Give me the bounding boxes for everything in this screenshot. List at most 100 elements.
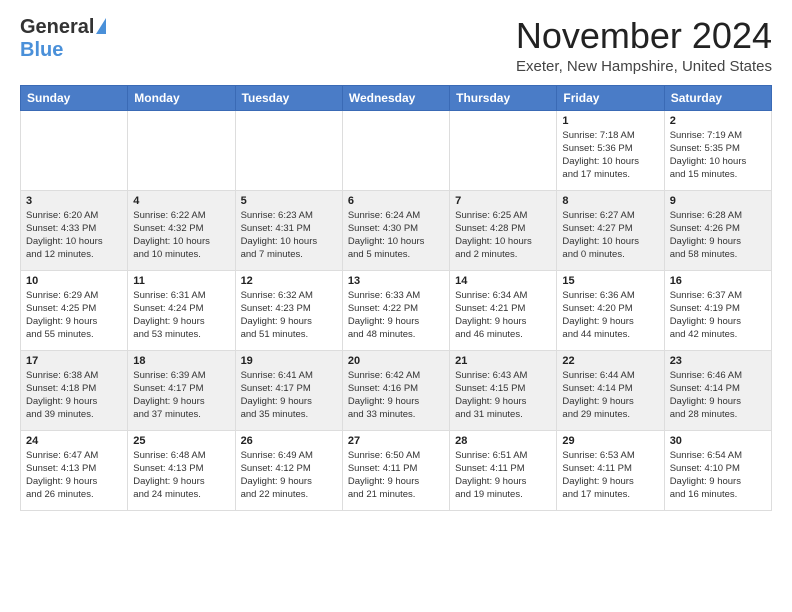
day-number: 2 — [670, 115, 766, 127]
day-info: Sunrise: 6:22 AM Sunset: 4:32 PM Dayligh… — [133, 209, 229, 262]
calendar-week-3: 10Sunrise: 6:29 AM Sunset: 4:25 PM Dayli… — [21, 270, 772, 350]
day-info: Sunrise: 6:49 AM Sunset: 4:12 PM Dayligh… — [241, 449, 337, 502]
day-number: 30 — [670, 435, 766, 447]
col-friday: Friday — [557, 85, 664, 110]
day-info: Sunrise: 6:25 AM Sunset: 4:28 PM Dayligh… — [455, 209, 551, 262]
calendar-cell: 29 Sunrise: 6:53 AM Sunset: 4:11 PM Dayli… — [557, 430, 664, 510]
day-info: Sunrise: 6:32 AM Sunset: 4:23 PM Dayligh… — [241, 289, 337, 342]
header: General Blue November 2024 Exeter, New H… — [20, 16, 772, 75]
calendar-cell: 14 Sunrise: 6:34 AM Sunset: 4:21 PM Dayli… — [450, 270, 557, 350]
col-saturday: Saturday — [664, 85, 771, 110]
calendar-cell: 21 Sunrise: 6:43 AM Sunset: 4:15 PM Dayli… — [450, 350, 557, 430]
day-info: Sunrise: 6:36 AM Sunset: 4:20 PM Dayligh… — [562, 289, 658, 342]
day-info: Sunrise: 6:37 AM Sunset: 4:19 PM Dayligh… — [670, 289, 766, 342]
logo: General Blue — [20, 16, 106, 62]
calendar-cell: 20 Sunrise: 6:42 AM Sunset: 4:16 PM Dayli… — [342, 350, 449, 430]
calendar-cell: 4 Sunrise: 6:22 AM Sunset: 4:32 PM Daylig… — [128, 190, 235, 270]
day-number: 17 — [26, 355, 122, 367]
main-title: November 2024 — [516, 16, 772, 56]
calendar-cell: 8Sunrise: 6:27 AM Sunset: 4:27 PM Daylig… — [557, 190, 664, 270]
day-number: 18 — [133, 355, 229, 367]
calendar-cell: 3Sunrise: 6:20 AM Sunset: 4:33 PM Daylig… — [21, 190, 128, 270]
calendar-cell: 17 Sunrise: 6:38 AM Sunset: 4:18 PM Dayli… — [21, 350, 128, 430]
day-info: Sunrise: 6:48 AM Sunset: 4:13 PM Dayligh… — [133, 449, 229, 502]
day-info: Sunrise: 6:46 AM Sunset: 4:14 PM Dayligh… — [670, 369, 766, 422]
day-number: 6 — [348, 195, 444, 207]
day-number: 11 — [133, 275, 229, 287]
day-info: Sunrise: 7:19 AM Sunset: 5:35 PM Dayligh… — [670, 129, 766, 182]
calendar-cell — [128, 110, 235, 190]
day-info: Sunrise: 6:47 AM Sunset: 4:13 PM Dayligh… — [26, 449, 122, 502]
subtitle: Exeter, New Hampshire, United States — [516, 58, 772, 75]
col-tuesday: Tuesday — [235, 85, 342, 110]
col-thursday: Thursday — [450, 85, 557, 110]
calendar: Sunday Monday Tuesday Wednesday Thursday… — [20, 85, 772, 511]
calendar-cell: 9Sunrise: 6:28 AM Sunset: 4:26 PM Daylig… — [664, 190, 771, 270]
calendar-cell: 6 Sunrise: 6:24 AM Sunset: 4:30 PM Daylig… — [342, 190, 449, 270]
day-info: Sunrise: 6:34 AM Sunset: 4:21 PM Dayligh… — [455, 289, 551, 342]
calendar-cell — [21, 110, 128, 190]
day-number: 4 — [133, 195, 229, 207]
calendar-cell: 13Sunrise: 6:33 AM Sunset: 4:22 PM Dayli… — [342, 270, 449, 350]
day-info: Sunrise: 6:24 AM Sunset: 4:30 PM Dayligh… — [348, 209, 444, 262]
day-info: Sunrise: 6:42 AM Sunset: 4:16 PM Dayligh… — [348, 369, 444, 422]
day-info: Sunrise: 6:50 AM Sunset: 4:11 PM Dayligh… — [348, 449, 444, 502]
calendar-cell: 15 Sunrise: 6:36 AM Sunset: 4:20 PM Dayli… — [557, 270, 664, 350]
calendar-cell — [450, 110, 557, 190]
day-number: 28 — [455, 435, 551, 447]
calendar-cell: 28 Sunrise: 6:51 AM Sunset: 4:11 PM Dayli… — [450, 430, 557, 510]
day-info: Sunrise: 6:41 AM Sunset: 4:17 PM Dayligh… — [241, 369, 337, 422]
calendar-cell: 27Sunrise: 6:50 AM Sunset: 4:11 PM Dayli… — [342, 430, 449, 510]
day-info: Sunrise: 6:44 AM Sunset: 4:14 PM Dayligh… — [562, 369, 658, 422]
calendar-cell: 5 Sunrise: 6:23 AM Sunset: 4:31 PM Daylig… — [235, 190, 342, 270]
day-number: 23 — [670, 355, 766, 367]
day-info: Sunrise: 6:38 AM Sunset: 4:18 PM Dayligh… — [26, 369, 122, 422]
day-info: Sunrise: 6:31 AM Sunset: 4:24 PM Dayligh… — [133, 289, 229, 342]
calendar-cell: 30Sunrise: 6:54 AM Sunset: 4:10 PM Dayli… — [664, 430, 771, 510]
calendar-cell: 23 Sunrise: 6:46 AM Sunset: 4:14 PM Dayli… — [664, 350, 771, 430]
day-number: 7 — [455, 195, 551, 207]
calendar-week-2: 3Sunrise: 6:20 AM Sunset: 4:33 PM Daylig… — [21, 190, 772, 270]
day-info: Sunrise: 6:29 AM Sunset: 4:25 PM Dayligh… — [26, 289, 122, 342]
day-number: 26 — [241, 435, 337, 447]
day-number: 3 — [26, 195, 122, 207]
title-block: November 2024 Exeter, New Hampshire, Uni… — [516, 16, 772, 75]
calendar-cell — [235, 110, 342, 190]
calendar-cell: 11 Sunrise: 6:31 AM Sunset: 4:24 PM Dayli… — [128, 270, 235, 350]
calendar-cell — [342, 110, 449, 190]
logo-triangle-icon — [96, 18, 106, 34]
day-info: Sunrise: 6:43 AM Sunset: 4:15 PM Dayligh… — [455, 369, 551, 422]
day-number: 21 — [455, 355, 551, 367]
day-info: Sunrise: 6:39 AM Sunset: 4:17 PM Dayligh… — [133, 369, 229, 422]
day-number: 29 — [562, 435, 658, 447]
calendar-cell: 19 Sunrise: 6:41 AM Sunset: 4:17 PM Dayli… — [235, 350, 342, 430]
calendar-week-1: 1Sunrise: 7:18 AM Sunset: 5:36 PM Daylig… — [21, 110, 772, 190]
calendar-cell: 7 Sunrise: 6:25 AM Sunset: 4:28 PM Daylig… — [450, 190, 557, 270]
day-info: Sunrise: 7:18 AM Sunset: 5:36 PM Dayligh… — [562, 129, 658, 182]
day-number: 15 — [562, 275, 658, 287]
day-number: 20 — [348, 355, 444, 367]
calendar-cell: 25 Sunrise: 6:48 AM Sunset: 4:13 PM Dayli… — [128, 430, 235, 510]
calendar-week-5: 24 Sunrise: 6:47 AM Sunset: 4:13 PM Dayli… — [21, 430, 772, 510]
day-number: 14 — [455, 275, 551, 287]
day-info: Sunrise: 6:23 AM Sunset: 4:31 PM Dayligh… — [241, 209, 337, 262]
day-info: Sunrise: 6:33 AM Sunset: 4:22 PM Dayligh… — [348, 289, 444, 342]
day-info: Sunrise: 6:51 AM Sunset: 4:11 PM Dayligh… — [455, 449, 551, 502]
logo-general-text: General — [20, 16, 94, 39]
day-number: 22 — [562, 355, 658, 367]
day-info: Sunrise: 6:28 AM Sunset: 4:26 PM Dayligh… — [670, 209, 766, 262]
day-number: 19 — [241, 355, 337, 367]
logo-blue-text: Blue — [20, 39, 63, 62]
calendar-cell: 18 Sunrise: 6:39 AM Sunset: 4:17 PM Dayli… — [128, 350, 235, 430]
day-number: 12 — [241, 275, 337, 287]
day-number: 24 — [26, 435, 122, 447]
day-number: 8 — [562, 195, 658, 207]
day-number: 16 — [670, 275, 766, 287]
col-monday: Monday — [128, 85, 235, 110]
calendar-cell: 12 Sunrise: 6:32 AM Sunset: 4:23 PM Dayli… — [235, 270, 342, 350]
day-info: Sunrise: 6:53 AM Sunset: 4:11 PM Dayligh… — [562, 449, 658, 502]
day-number: 5 — [241, 195, 337, 207]
calendar-week-4: 17 Sunrise: 6:38 AM Sunset: 4:18 PM Dayli… — [21, 350, 772, 430]
col-sunday: Sunday — [21, 85, 128, 110]
day-number: 25 — [133, 435, 229, 447]
